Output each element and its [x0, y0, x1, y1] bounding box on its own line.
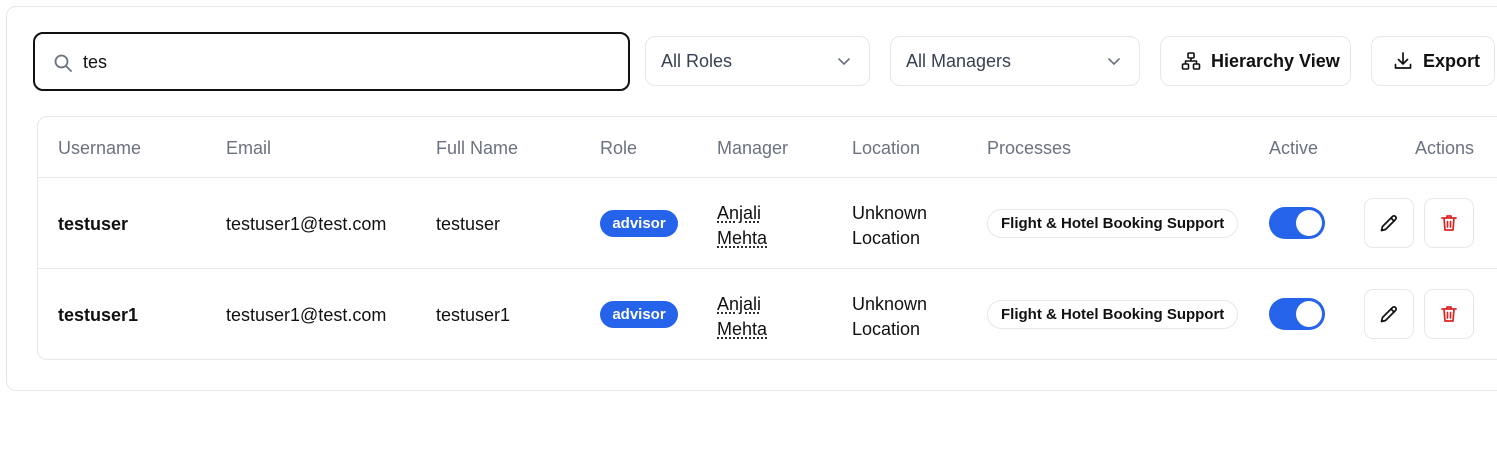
- manager-first-name: Anjali: [717, 203, 762, 223]
- manager-filter-select[interactable]: All Managers: [890, 36, 1140, 86]
- table-row: testuser1 testuser1@test.com testuser1 a…: [38, 269, 1497, 360]
- chevron-down-icon: [838, 58, 850, 65]
- chevron-down-icon: [1108, 58, 1120, 65]
- email-cell: testuser1@test.com: [226, 214, 387, 234]
- role-filter-value: All Roles: [661, 50, 733, 71]
- column-header-manager[interactable]: Manager: [717, 138, 788, 159]
- hierarchy-view-label: Hierarchy View: [1211, 50, 1340, 71]
- toggle-knob: [1296, 210, 1322, 236]
- delete-button[interactable]: [1424, 198, 1474, 248]
- location-line-1: Unknown: [852, 203, 928, 223]
- manager-last-name: Mehta: [717, 228, 768, 248]
- users-table: Username Email Full Name Role Manager Lo…: [37, 116, 1497, 360]
- full-name-cell: testuser: [436, 214, 501, 234]
- location-cell: Unknown Location: [852, 201, 927, 251]
- table-header: Username Email Full Name Role Manager Lo…: [38, 117, 1497, 178]
- role-badge: advisor: [600, 210, 678, 237]
- process-pill: Flight & Hotel Booking Support: [987, 300, 1239, 329]
- column-header-processes[interactable]: Processes: [987, 138, 1071, 159]
- role-filter-select[interactable]: All Roles: [645, 36, 870, 86]
- location-cell: Unknown Location: [852, 292, 927, 342]
- location-line-2: Location: [852, 319, 921, 339]
- manager-last-name: Mehta: [717, 319, 768, 339]
- toggle-knob: [1296, 301, 1322, 327]
- column-header-full-name[interactable]: Full Name: [436, 138, 518, 159]
- download-icon: [1394, 52, 1412, 69]
- export-label: Export: [1423, 50, 1481, 71]
- trash-icon: [1441, 306, 1457, 322]
- hierarchy-icon: [1181, 52, 1201, 70]
- table-row: testuser testuser1@test.com testuser adv…: [38, 178, 1497, 269]
- manager-first-name: Anjali: [717, 294, 762, 314]
- manager-cell[interactable]: Anjali Mehta: [717, 201, 767, 251]
- column-header-location[interactable]: Location: [852, 138, 920, 159]
- column-header-email[interactable]: Email: [226, 138, 271, 159]
- active-toggle[interactable]: [1269, 298, 1325, 330]
- search-icon: [54, 54, 72, 72]
- edit-button[interactable]: [1364, 198, 1414, 248]
- column-header-username[interactable]: Username: [58, 138, 141, 159]
- active-toggle[interactable]: [1269, 207, 1325, 239]
- hierarchy-view-button[interactable]: Hierarchy View: [1160, 36, 1351, 86]
- search-box[interactable]: [33, 32, 630, 91]
- full-name-cell: testuser1: [436, 305, 511, 325]
- search-input[interactable]: [83, 48, 603, 76]
- pencil-icon: [1380, 215, 1397, 232]
- export-button[interactable]: Export: [1371, 36, 1495, 86]
- email-cell: testuser1@test.com: [226, 305, 387, 325]
- column-header-active[interactable]: Active: [1269, 138, 1318, 159]
- manager-filter-value: All Managers: [906, 50, 1012, 71]
- role-badge: advisor: [600, 301, 678, 328]
- edit-button[interactable]: [1364, 289, 1414, 339]
- location-line-2: Location: [852, 228, 921, 248]
- manager-cell[interactable]: Anjali Mehta: [717, 292, 767, 342]
- username-cell: testuser1: [58, 305, 139, 325]
- process-pill: Flight & Hotel Booking Support: [987, 209, 1239, 238]
- username-cell: testuser: [58, 214, 129, 234]
- delete-button[interactable]: [1424, 289, 1474, 339]
- location-line-1: Unknown: [852, 294, 928, 314]
- column-header-actions: Actions: [1415, 138, 1475, 158]
- column-header-role[interactable]: Role: [600, 138, 637, 159]
- pencil-icon: [1380, 306, 1397, 323]
- trash-icon: [1441, 215, 1457, 231]
